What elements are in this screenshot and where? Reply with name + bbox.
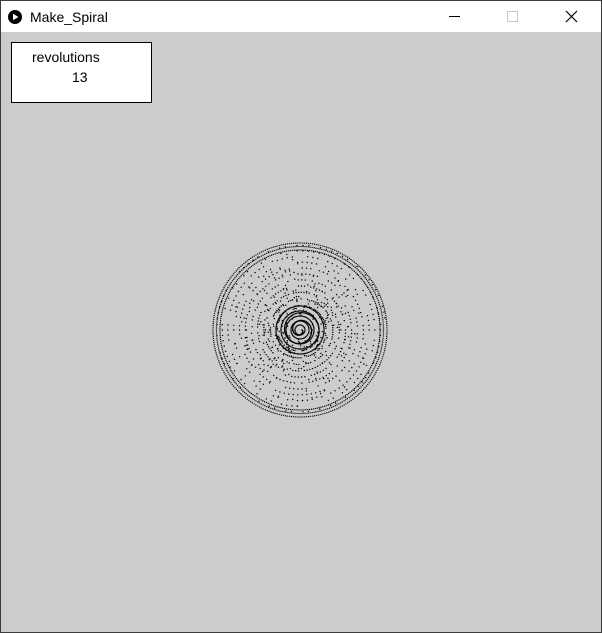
minimize-button[interactable]	[432, 1, 478, 32]
revolutions-value: 13	[72, 69, 88, 85]
maximize-button[interactable]	[489, 1, 535, 32]
app-window: Make_Spiral revolutions 13	[0, 0, 602, 633]
spiral-drawing	[212, 242, 388, 418]
revolutions-label: revolutions	[32, 49, 100, 65]
window-title: Make_Spiral	[30, 9, 108, 25]
revolutions-panel: revolutions 13	[11, 42, 152, 103]
close-button[interactable]	[547, 1, 593, 32]
sketch-canvas[interactable]: revolutions 13	[1, 32, 601, 632]
title-bar[interactable]: Make_Spiral	[1, 1, 601, 32]
processing-play-icon	[8, 10, 22, 24]
